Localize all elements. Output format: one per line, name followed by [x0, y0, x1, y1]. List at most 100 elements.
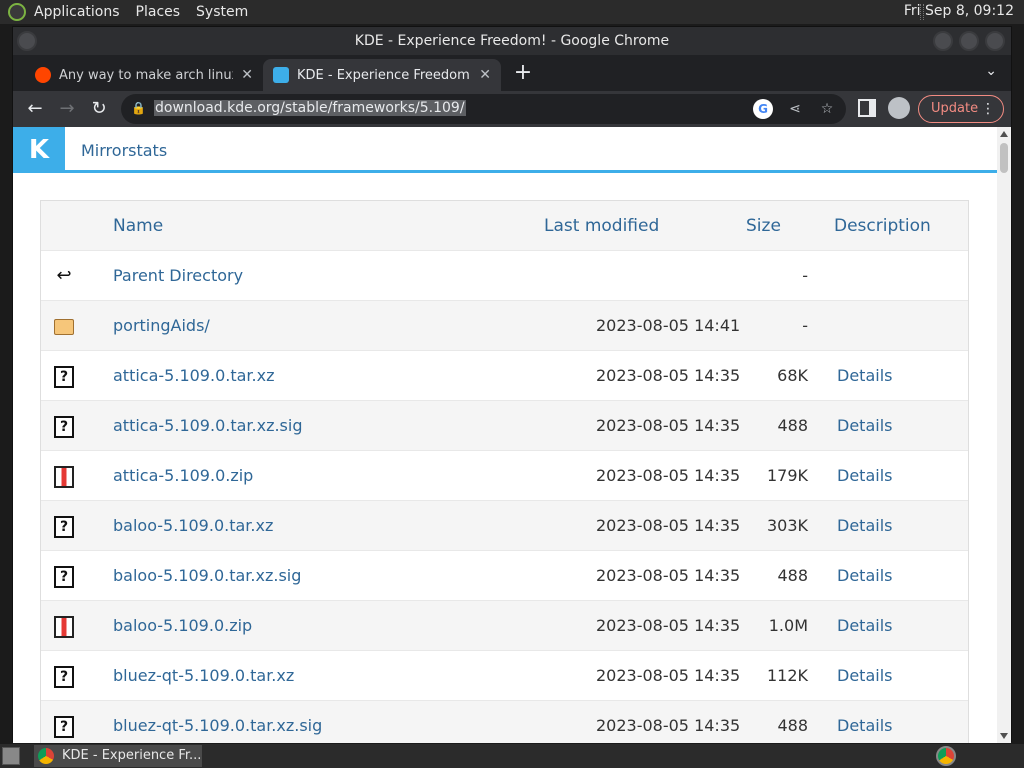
scrollbar-thumb[interactable]	[1000, 143, 1008, 173]
bottom-taskbar: KDE - Experience Fr...	[0, 744, 1024, 768]
window-titlebar[interactable]: KDE - Experience Freedom! - Google Chrom…	[13, 27, 1011, 55]
file-size: 112K	[766, 666, 808, 685]
tray-chrome-icon[interactable]	[936, 746, 956, 766]
file-name-link[interactable]: attica-5.109.0.tar.xz.sig	[113, 416, 303, 435]
file-name-link[interactable]: baloo-5.109.0.tar.xz	[113, 516, 273, 535]
forward-arrow-icon[interactable]: →	[53, 95, 81, 123]
details-link[interactable]: Details	[837, 566, 892, 585]
address-bar[interactable]: 🔒 download.kde.org/stable/frameworks/5.1…	[121, 94, 846, 124]
details-link[interactable]: Details	[837, 666, 892, 685]
taskbar-chrome-window[interactable]: KDE - Experience Fr...	[34, 745, 202, 767]
back-arrow-icon[interactable]: ←	[21, 95, 49, 123]
chevron-down-icon[interactable]: ⌄	[985, 63, 997, 79]
file-date: 2023-08-05 14:35	[596, 516, 741, 535]
unknown-file-icon: ?	[54, 366, 74, 388]
column-name[interactable]: Name	[113, 216, 163, 236]
file-size: 1.0M	[768, 616, 808, 635]
file-name-link[interactable]: attica-5.109.0.zip	[113, 466, 253, 485]
clock[interactable]: Fri Sep 8, 09:12	[904, 3, 1014, 19]
top-panel: Applications Places System Fri Sep 8, 09…	[0, 0, 1024, 24]
column-size[interactable]: Size	[746, 216, 781, 236]
unknown-file-icon: ?	[54, 516, 74, 538]
table-row: portingAids/ 2023-08-05 14:41 -	[41, 301, 968, 351]
table-row: ? baloo-5.109.0.tar.xz.sig 2023-08-05 14…	[41, 551, 968, 601]
profile-avatar-icon[interactable]	[888, 97, 910, 119]
table-row: ? attica-5.109.0.tar.xz.sig 2023-08-05 1…	[41, 401, 968, 451]
close-tab-icon[interactable]: ✕	[241, 67, 253, 83]
details-link[interactable]: Details	[837, 366, 892, 385]
tab-reddit[interactable]: Any way to make arch linux lo ✕	[25, 59, 263, 91]
file-size: -	[802, 316, 808, 335]
kde-logo-icon[interactable]: K	[13, 127, 65, 173]
table-row: ? bluez-qt-5.109.0.tar.xz 2023-08-05 14:…	[41, 651, 968, 701]
page-scrollbar[interactable]	[997, 127, 1011, 743]
file-size: 488	[777, 566, 808, 585]
menu-system[interactable]: System	[196, 4, 248, 20]
update-label: Update	[931, 101, 979, 116]
details-link[interactable]: Details	[837, 716, 892, 735]
tab-strip: Any way to make arch linux lo ✕ KDE - Ex…	[13, 55, 1011, 91]
kebab-menu-icon[interactable]: ⋮	[981, 96, 995, 122]
file-size: 488	[777, 416, 808, 435]
file-name-link[interactable]: Parent Directory	[113, 266, 243, 285]
maximize-icon[interactable]	[959, 31, 979, 51]
file-name-link[interactable]: baloo-5.109.0.tar.xz.sig	[113, 566, 301, 585]
file-name-link[interactable]: portingAids/	[113, 316, 210, 335]
new-tab-icon[interactable]: +	[511, 61, 535, 85]
tab-title: Any way to make arch linux lo	[59, 67, 233, 83]
distro-logo-icon[interactable]	[8, 3, 26, 21]
reddit-icon	[35, 67, 51, 83]
file-date: 2023-08-05 14:35	[596, 366, 741, 385]
column-description[interactable]: Description	[834, 216, 931, 236]
file-name-link[interactable]: bluez-qt-5.109.0.tar.xz	[113, 666, 294, 685]
file-name-link[interactable]: bluez-qt-5.109.0.tar.xz.sig	[113, 716, 322, 735]
details-link[interactable]: Details	[837, 466, 892, 485]
zip-file-icon	[54, 616, 74, 638]
file-name-link[interactable]: baloo-5.109.0.zip	[113, 616, 252, 635]
close-tab-icon[interactable]: ✕	[479, 67, 491, 83]
scroll-down-icon[interactable]	[1000, 733, 1008, 739]
details-link[interactable]: Details	[837, 516, 892, 535]
side-panel-icon[interactable]	[858, 99, 876, 117]
reload-icon[interactable]: ↻	[85, 95, 113, 123]
file-date: 2023-08-05 14:35	[596, 416, 741, 435]
unknown-file-icon: ?	[54, 566, 74, 588]
minimize-icon[interactable]	[933, 31, 953, 51]
kde-header: K Mirrorstats	[13, 127, 997, 173]
file-name-link[interactable]: attica-5.109.0.tar.xz	[113, 366, 274, 385]
tab-title: KDE - Experience Freedom!	[297, 67, 472, 83]
table-row: baloo-5.109.0.zip 2023-08-05 14:35 1.0M …	[41, 601, 968, 651]
file-date: 2023-08-05 14:41	[596, 316, 741, 335]
file-size: -	[802, 266, 808, 285]
file-size: 179K	[766, 466, 808, 485]
scroll-up-icon[interactable]	[1000, 131, 1008, 137]
column-last-modified[interactable]: Last modified	[544, 216, 659, 236]
tab-kde[interactable]: KDE - Experience Freedom! ✕	[263, 59, 501, 91]
window-menu-icon[interactable]	[17, 31, 37, 51]
menu-places[interactable]: Places	[136, 4, 181, 20]
url-text[interactable]: download.kde.org/stable/frameworks/5.109…	[154, 100, 466, 116]
details-link[interactable]: Details	[837, 616, 892, 635]
bookmark-star-icon[interactable]: ☆	[817, 99, 837, 119]
update-button[interactable]: Update ⋮	[918, 95, 1004, 123]
unknown-file-icon: ?	[54, 416, 74, 438]
file-date: 2023-08-05 14:35	[596, 666, 741, 685]
table-row: ? attica-5.109.0.tar.xz 2023-08-05 14:35…	[41, 351, 968, 401]
window-title: KDE - Experience Freedom! - Google Chrom…	[354, 33, 670, 49]
menu-applications[interactable]: Applications	[34, 4, 120, 20]
file-date: 2023-08-05 14:35	[596, 566, 741, 585]
chrome-icon	[38, 748, 54, 764]
close-window-icon[interactable]	[985, 31, 1005, 51]
share-icon[interactable]: ⋖	[785, 99, 805, 119]
browser-window: KDE - Experience Freedom! - Google Chrom…	[12, 26, 1012, 743]
table-row: attica-5.109.0.zip 2023-08-05 14:35 179K…	[41, 451, 968, 501]
google-lens-icon[interactable]: G	[753, 99, 773, 119]
kde-icon	[273, 67, 289, 83]
mirrorstats-link[interactable]: Mirrorstats	[81, 141, 167, 160]
details-link[interactable]: Details	[837, 416, 892, 435]
unknown-file-icon: ?	[54, 666, 74, 688]
file-size: 68K	[777, 366, 808, 385]
lock-icon[interactable]: 🔒	[131, 101, 146, 117]
file-date: 2023-08-05 14:35	[596, 466, 741, 485]
show-desktop-icon[interactable]	[2, 747, 20, 765]
